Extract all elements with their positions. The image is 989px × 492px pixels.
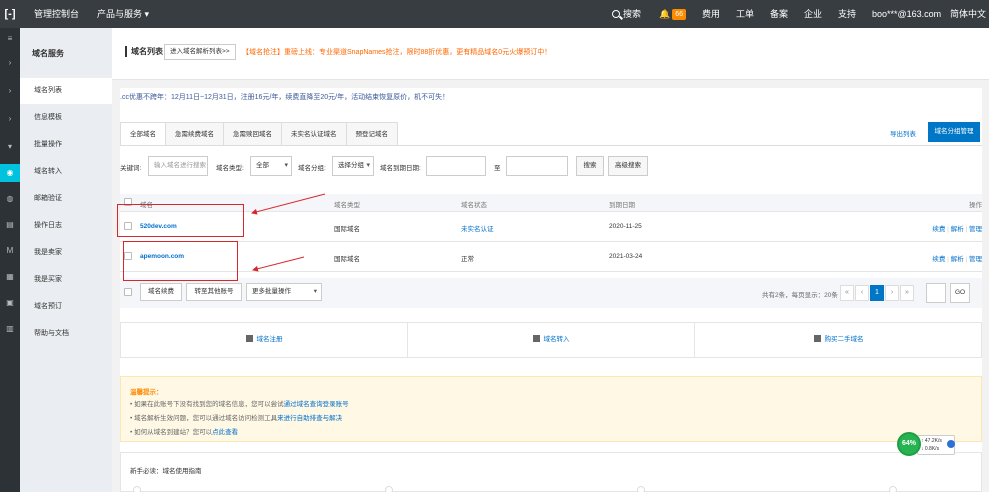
arrow-line xyxy=(251,193,326,215)
arrow-line xyxy=(252,256,305,272)
upload-speed: ↑ 47.2K/s xyxy=(921,438,942,444)
widget-logo-icon xyxy=(947,440,955,448)
cpu-percent-badge: 64% xyxy=(897,432,921,456)
annotation-arrows xyxy=(251,193,326,272)
download-speed: ↓ 0.8K/s xyxy=(921,446,940,452)
network-speed-widget[interactable]: 64% ↑ 47.2K/s ↓ 0.8K/s xyxy=(893,430,963,460)
